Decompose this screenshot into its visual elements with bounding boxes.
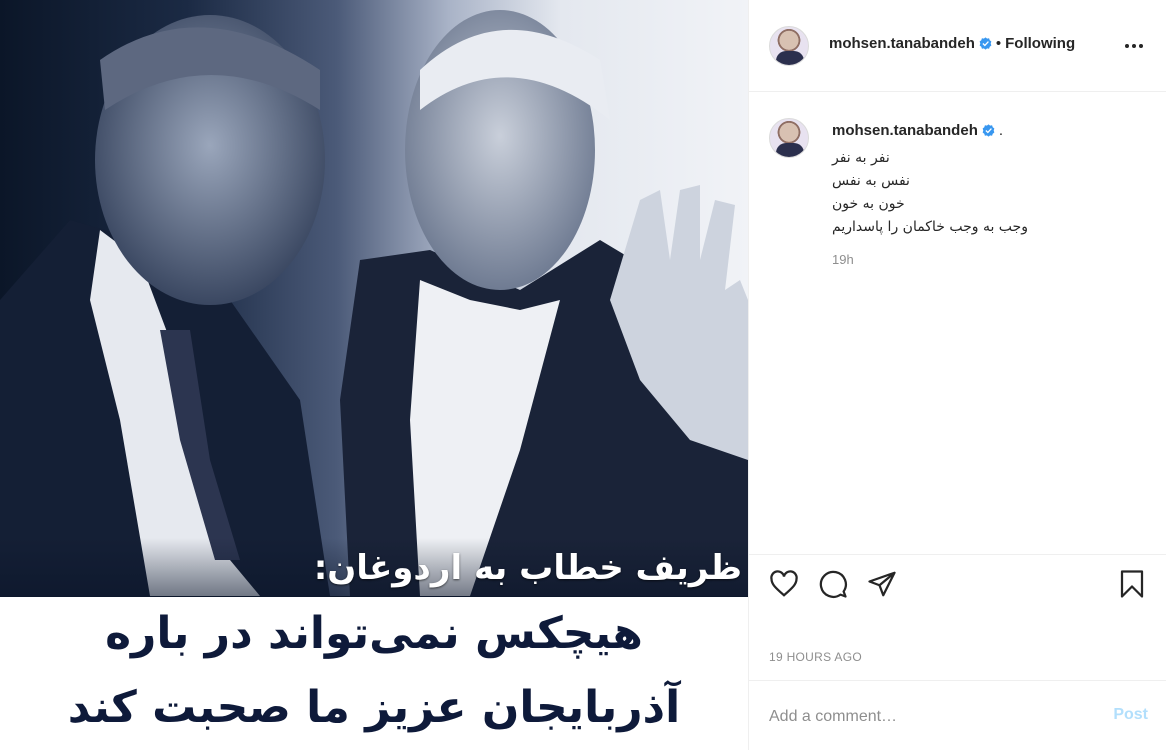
caption-trailing: . (998, 122, 1004, 139)
caption-avatar[interactable] (769, 118, 809, 158)
image-subtitle: ظریف خطاب به اردوغان: (313, 548, 742, 588)
more-options-icon[interactable] (1122, 34, 1146, 58)
post-media[interactable]: ظریف خطاب به اردوغان: هیچکس نمی‌تواند در… (0, 0, 748, 750)
verified-badge-icon (979, 37, 992, 50)
headline-line-2: آذربایجان عزیز ما صحبت کند (67, 682, 681, 733)
caption-age[interactable]: 19h (832, 252, 854, 267)
verified-badge-icon (982, 124, 995, 137)
post-side-panel: mohsen.tanabandeh • Following mohsen.tan… (749, 0, 1166, 750)
headline-line-1: هیچکس نمی‌تواند در باره (105, 608, 643, 659)
caption: mohsen.tanabandeh . نفر به نفر نفس به نف… (832, 122, 1152, 239)
caption-username[interactable]: mohsen.tanabandeh (832, 122, 978, 139)
bookmark-icon[interactable] (1117, 569, 1149, 601)
post-photo (0, 0, 748, 596)
following-button[interactable]: Following (1005, 35, 1075, 52)
caption-line: نفس به نفس (832, 173, 910, 189)
separator-dot: • (995, 35, 1002, 52)
post-header: mohsen.tanabandeh • Following (749, 0, 1166, 92)
caption-header: mohsen.tanabandeh . (832, 122, 1152, 139)
caption-line: خون به خون (832, 196, 905, 212)
add-comment-bar: Post (749, 680, 1166, 750)
post-timestamp[interactable]: 19 HOURS AGO (769, 650, 862, 664)
action-bar (749, 554, 1166, 614)
comment-icon[interactable] (818, 569, 850, 601)
header-user-line: mohsen.tanabandeh • Following (829, 35, 1075, 52)
post-comment-button[interactable]: Post (1113, 706, 1148, 724)
image-headline: هیچکس نمی‌تواند در باره آذربایجان عزیز م… (0, 597, 748, 745)
caption-text: نفر به نفر نفس به نفس خون به خون وجب به … (832, 147, 1152, 239)
heart-icon[interactable] (769, 569, 801, 601)
caption-line: وجب به وجب خاکمان را پاسداریم (832, 219, 1028, 235)
share-icon[interactable] (867, 569, 899, 601)
caption-line: نفر به نفر (832, 150, 890, 166)
avatar[interactable] (769, 26, 809, 66)
comment-input[interactable] (769, 703, 1089, 731)
photo-illustration (0, 10, 748, 596)
username-link[interactable]: mohsen.tanabandeh (829, 35, 975, 52)
image-headline-box: هیچکس نمی‌تواند در باره آذربایجان عزیز م… (0, 597, 748, 750)
